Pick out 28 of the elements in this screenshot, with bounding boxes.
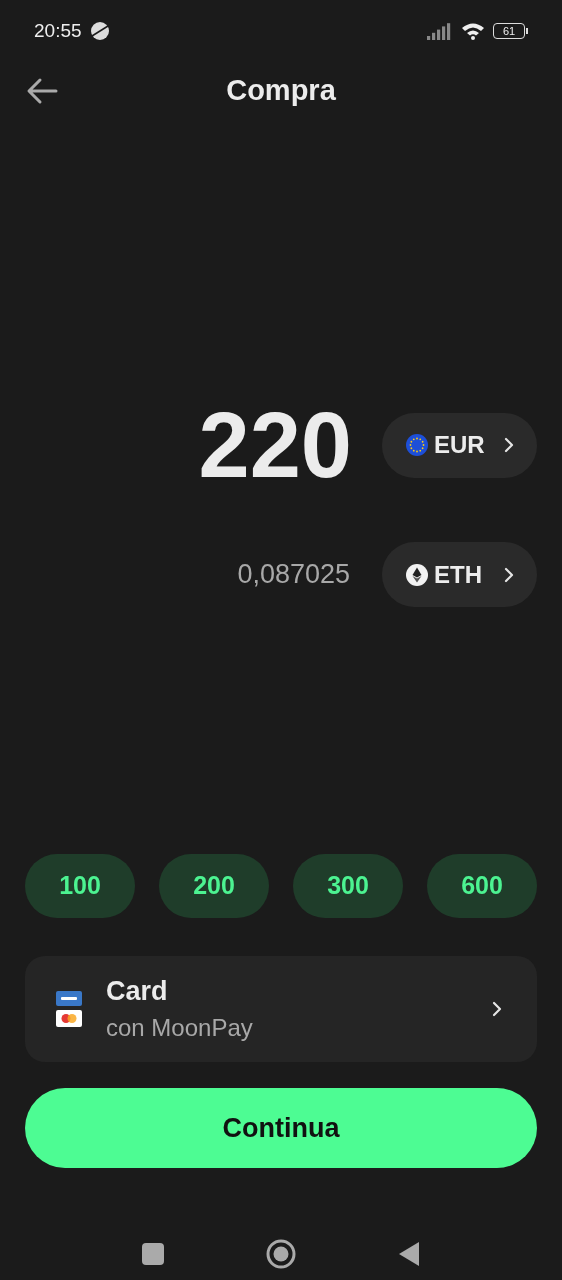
- quick-amount-chip[interactable]: 200: [159, 854, 269, 918]
- continue-button[interactable]: Continua: [25, 1088, 537, 1168]
- eu-flag-icon: [406, 434, 428, 456]
- page-title: Compra: [226, 73, 336, 109]
- ethereum-icon: [406, 563, 428, 586]
- currency-selector[interactable]: ETH: [382, 542, 537, 607]
- payment-provider: con MoonPay: [106, 1012, 253, 1043]
- chevron-right-icon: [503, 436, 515, 454]
- converted-amount: 0,087025: [237, 558, 350, 592]
- wifi-icon: [461, 22, 485, 40]
- status-time: 20:55: [34, 18, 82, 43]
- recent-apps-icon[interactable]: [142, 1243, 164, 1265]
- planet-icon: [89, 21, 110, 41]
- payment-cards-icon: [56, 991, 82, 1027]
- payment-method-title: Card: [106, 975, 168, 1009]
- battery-level: 61: [502, 25, 516, 37]
- back-arrow-icon[interactable]: [26, 77, 60, 105]
- chevron-right-icon: [503, 565, 515, 584]
- payment-method-card[interactable]: Card con MoonPay: [25, 956, 537, 1062]
- currency-selector[interactable]: EUR: [382, 412, 537, 478]
- home-icon[interactable]: [265, 1238, 297, 1270]
- back-icon[interactable]: [398, 1241, 420, 1267]
- quick-amount-chip[interactable]: 600: [427, 854, 537, 918]
- quick-amount-chip[interactable]: 100: [25, 854, 135, 918]
- quick-amount-chip[interactable]: 300: [293, 854, 403, 918]
- signal-icon: [427, 22, 453, 40]
- amount-value: 220: [198, 399, 352, 491]
- chevron-right-icon: [491, 1000, 503, 1018]
